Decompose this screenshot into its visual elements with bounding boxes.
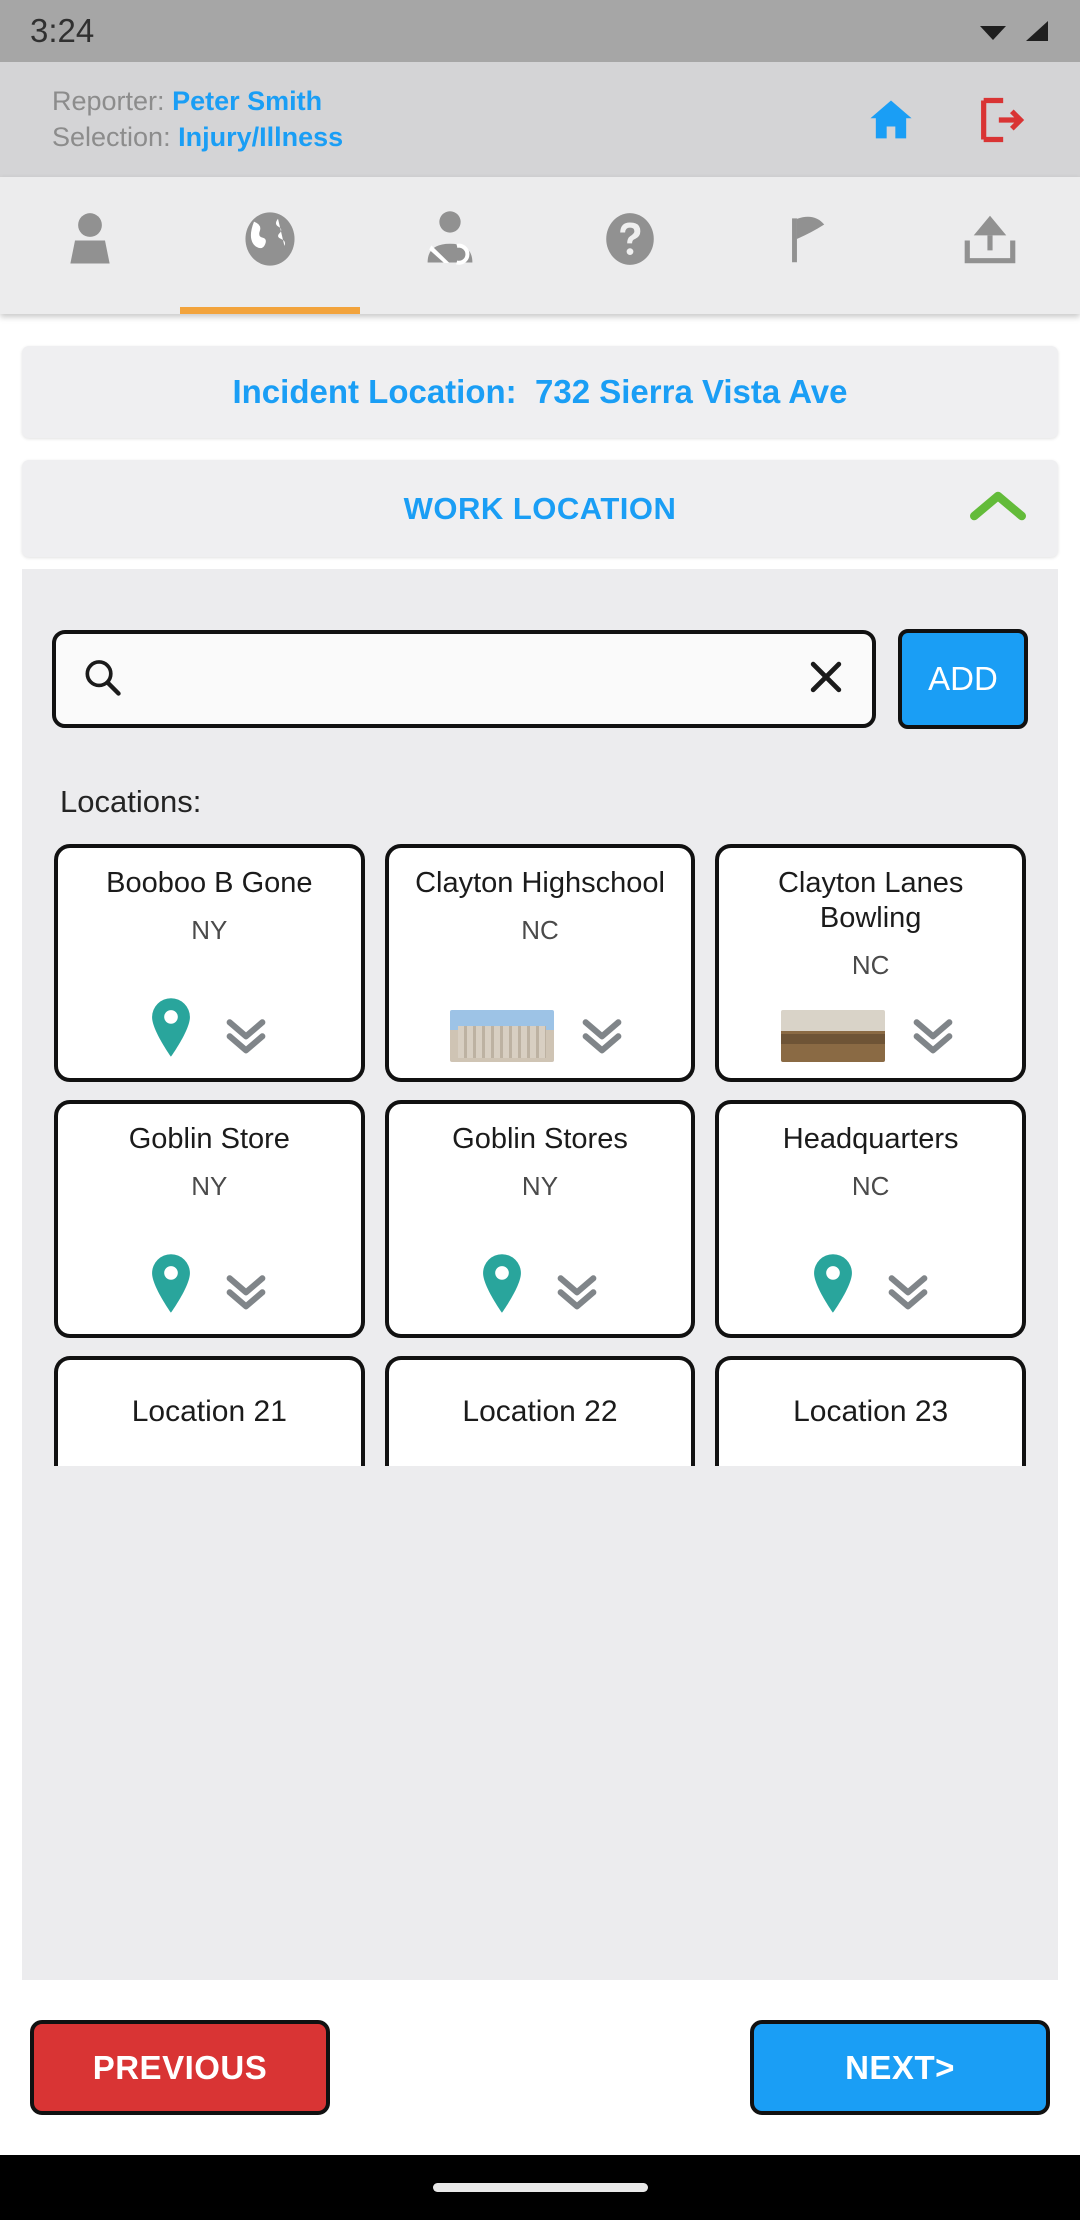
double-chevron-down-icon[interactable] <box>880 1262 936 1318</box>
incident-location-label: Incident Location: <box>232 373 517 410</box>
double-chevron-down-icon[interactable] <box>574 1006 630 1062</box>
add-button[interactable]: ADD <box>898 629 1028 729</box>
chevron-up-icon[interactable] <box>968 486 1028 531</box>
status-bar-indicators <box>978 19 1050 43</box>
injured-person-icon <box>418 206 482 272</box>
double-chevron-down-icon[interactable] <box>905 1006 961 1062</box>
system-navigation-bar <box>0 2155 1080 2220</box>
selection-row: Selection: Injury/Illness <box>52 122 343 153</box>
map-pin-icon[interactable] <box>144 1252 198 1318</box>
location-name: Booboo B Gone <box>106 867 313 899</box>
search-input[interactable] <box>124 662 804 696</box>
locations-grid: Booboo B Gone NY Clayton Highschool NC C… <box>22 820 1058 1466</box>
header-info: Reporter: Peter Smith Selection: Injury/… <box>52 86 343 153</box>
location-card[interactable]: Goblin Stores NY <box>384 1100 696 1338</box>
location-card[interactable]: Location 21 <box>54 1356 365 1466</box>
location-name: Goblin Stores <box>452 1123 628 1155</box>
location-name: Location 21 <box>131 1395 287 1428</box>
location-name: Location 22 <box>462 1395 618 1428</box>
tab-submit[interactable] <box>900 177 1080 314</box>
reporter-value: Peter Smith <box>172 86 323 116</box>
reporter-label: Reporter: <box>52 86 165 116</box>
location-card[interactable]: Goblin Store NY <box>54 1100 365 1338</box>
selection-label: Selection: <box>52 122 171 152</box>
location-name: Goblin Store <box>128 1123 290 1155</box>
locations-label: Locations: <box>60 784 202 819</box>
globe-icon <box>238 206 302 272</box>
app-screen: 3:24 Reporter: Peter Smith Selection: In… <box>0 0 1080 2220</box>
signal-icon <box>1022 19 1050 43</box>
tab-help[interactable] <box>540 177 720 314</box>
location-card[interactable]: Booboo B Gone NY <box>54 844 365 1082</box>
work-location-title: WORK LOCATION <box>403 490 677 526</box>
wifi-icon <box>978 19 1008 43</box>
location-card-footer <box>729 1252 1012 1324</box>
map-pin-icon[interactable] <box>806 1252 860 1318</box>
search-box[interactable] <box>52 630 876 728</box>
work-location-panel: ADD Locations: Booboo B Gone NY Clayton … <box>22 569 1058 1980</box>
wizard-footer: PREVIOUS NEXT> <box>0 1980 1080 2155</box>
location-state: NY <box>191 914 228 945</box>
home-icon[interactable] <box>862 91 920 149</box>
app-header: Reporter: Peter Smith Selection: Injury/… <box>0 62 1080 177</box>
location-state: NY <box>521 1170 559 1201</box>
location-card-footer <box>68 1252 351 1324</box>
location-card[interactable]: Clayton Lanes Bowling NC <box>715 844 1026 1082</box>
location-name: Headquarters <box>782 1123 959 1155</box>
location-card-footer <box>399 1006 682 1068</box>
previous-button[interactable]: PREVIOUS <box>30 2020 330 2115</box>
map-pin-icon[interactable] <box>144 996 198 1062</box>
incident-location-bar[interactable]: Incident Location: 732 Sierra Vista Ave <box>22 346 1058 438</box>
location-photo[interactable] <box>780 1010 885 1062</box>
close-icon[interactable] <box>804 655 848 704</box>
status-bar: 3:24 <box>0 0 1080 62</box>
question-mark-icon <box>599 206 661 272</box>
search-icon <box>80 655 124 704</box>
header-actions <box>862 91 1044 149</box>
incident-location-text: Incident Location: 732 Sierra Vista Ave <box>232 373 847 411</box>
location-state: NC <box>851 1170 890 1201</box>
location-card-footer <box>68 996 351 1068</box>
reporter-row: Reporter: Peter Smith <box>52 86 343 117</box>
double-chevron-down-icon[interactable] <box>218 1006 274 1062</box>
tab-location[interactable] <box>180 177 360 314</box>
tab-person[interactable] <box>0 177 180 314</box>
incident-location-value: 732 Sierra Vista Ave <box>535 373 848 410</box>
megaphone-icon <box>779 206 841 272</box>
location-card[interactable]: Location 23 <box>715 1356 1026 1466</box>
person-icon <box>59 206 121 272</box>
upload-icon <box>959 206 1021 272</box>
selection-value: Injury/Illness <box>178 122 344 152</box>
tab-injury[interactable] <box>360 177 540 314</box>
double-chevron-down-icon[interactable] <box>218 1262 274 1318</box>
search-row: ADD <box>22 569 1058 729</box>
location-state: NC <box>851 949 890 980</box>
location-state: NY <box>191 1170 228 1201</box>
location-card-footer <box>729 1006 1012 1068</box>
work-location-section-header[interactable]: WORK LOCATION <box>22 460 1058 557</box>
location-photo[interactable] <box>449 1010 554 1062</box>
location-card[interactable]: Clayton Highschool NC <box>384 844 696 1082</box>
logout-icon[interactable] <box>972 91 1030 149</box>
location-state: NC <box>521 914 559 945</box>
home-gesture-pill[interactable] <box>432 2183 648 2192</box>
location-card-footer <box>399 1252 682 1324</box>
location-card[interactable]: Headquarters NC <box>715 1100 1026 1338</box>
location-name: Clayton Highschool <box>415 867 665 899</box>
status-bar-clock: 3:24 <box>30 12 95 49</box>
location-name: Location 23 <box>793 1395 949 1428</box>
location-card[interactable]: Location 22 <box>384 1356 696 1466</box>
next-button[interactable]: NEXT> <box>750 2020 1050 2115</box>
double-chevron-down-icon[interactable] <box>549 1262 605 1318</box>
map-pin-icon[interactable] <box>475 1252 529 1318</box>
main-tab-bar <box>0 177 1080 314</box>
tab-report[interactable] <box>720 177 900 314</box>
location-name: Clayton Lanes Bowling <box>777 867 964 934</box>
page-body: Incident Location: 732 Sierra Vista Ave … <box>0 314 1080 2155</box>
